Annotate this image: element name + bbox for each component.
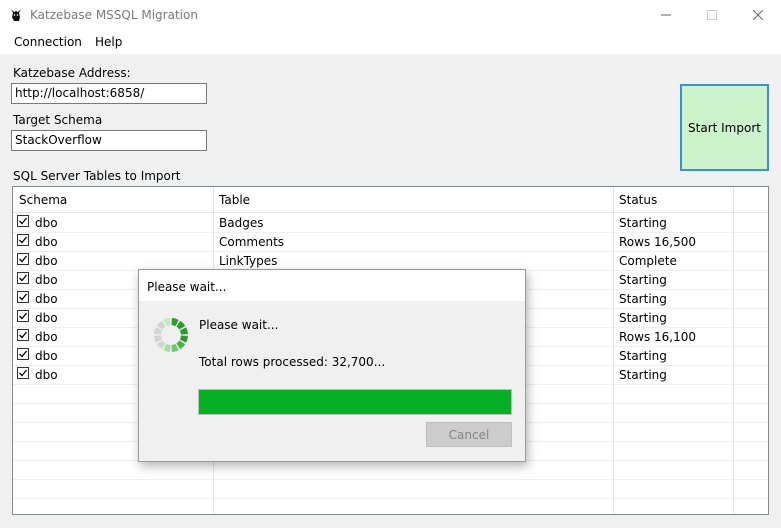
row-checkbox[interactable] bbox=[17, 348, 29, 360]
row-checkbox[interactable] bbox=[17, 215, 29, 227]
table-header: Schema Table Status bbox=[13, 187, 768, 213]
window-title: Katzebase MSSQL Migration bbox=[30, 8, 198, 22]
start-import-button[interactable]: Start Import bbox=[680, 84, 769, 171]
checkmark-icon bbox=[19, 255, 28, 263]
tables-label: SQL Server Tables to Import bbox=[13, 169, 181, 183]
header-status[interactable]: Status bbox=[619, 193, 657, 207]
menu-bar: Connection Help bbox=[0, 30, 781, 54]
row-checkbox[interactable] bbox=[17, 329, 29, 341]
table-row[interactable]: dbo Comments Rows 16,500 bbox=[13, 232, 768, 252]
cell-schema: dbo bbox=[35, 368, 58, 382]
row-checkbox[interactable] bbox=[17, 253, 29, 265]
checkmark-icon bbox=[19, 369, 28, 377]
cell-status: Complete bbox=[619, 254, 677, 268]
schema-label: Target Schema bbox=[13, 113, 103, 127]
spinner-segment bbox=[156, 320, 166, 330]
dialog-title-bar: Please wait... bbox=[139, 270, 525, 301]
close-icon bbox=[753, 10, 763, 20]
minimize-button[interactable] bbox=[643, 0, 689, 30]
row-checkbox[interactable] bbox=[17, 291, 29, 303]
spinner-segment bbox=[176, 320, 186, 330]
menu-help[interactable]: Help bbox=[95, 35, 122, 49]
checkmark-icon bbox=[19, 293, 28, 301]
cell-status: Starting bbox=[619, 273, 667, 287]
checkmark-icon bbox=[19, 217, 28, 225]
spinner-segment bbox=[156, 340, 166, 350]
row-checkbox[interactable] bbox=[17, 234, 29, 246]
schema-input[interactable]: StackOverflow bbox=[11, 130, 207, 151]
row-checkbox[interactable] bbox=[17, 272, 29, 284]
row-checkbox[interactable] bbox=[17, 310, 29, 322]
cell-schema: dbo bbox=[35, 311, 58, 325]
cell-status: Starting bbox=[619, 349, 667, 363]
cell-schema: dbo bbox=[35, 273, 58, 287]
title-bar: Katzebase MSSQL Migration bbox=[0, 0, 781, 30]
maximize-icon bbox=[707, 10, 717, 20]
cell-table: LinkTypes bbox=[219, 254, 278, 268]
cell-status: Starting bbox=[619, 216, 667, 230]
cell-schema: dbo bbox=[35, 216, 58, 230]
cell-status: Starting bbox=[619, 311, 667, 325]
table-row[interactable]: dbo Badges Starting bbox=[13, 213, 768, 233]
spinner-icon bbox=[154, 318, 188, 352]
table-row[interactable] bbox=[13, 460, 768, 480]
cell-status: Rows 16,100 bbox=[619, 330, 697, 344]
table-row[interactable]: dbo LinkTypes Complete bbox=[13, 251, 768, 271]
checkmark-icon bbox=[19, 312, 28, 320]
cell-status: Starting bbox=[619, 292, 667, 306]
rows-processed-text: Total rows processed: 32,700... bbox=[199, 355, 386, 369]
table-row[interactable] bbox=[13, 498, 768, 514]
checkmark-icon bbox=[19, 236, 28, 244]
cancel-button[interactable]: Cancel bbox=[426, 422, 512, 447]
checkmark-icon bbox=[19, 331, 28, 339]
cell-schema: dbo bbox=[35, 349, 58, 363]
cell-status: Starting bbox=[619, 368, 667, 382]
please-wait-dialog: Please wait... Please wait... Total rows… bbox=[138, 269, 526, 462]
cell-schema: dbo bbox=[35, 235, 58, 249]
menu-connection[interactable]: Connection bbox=[14, 35, 82, 49]
cell-schema: dbo bbox=[35, 292, 58, 306]
cell-table: Badges bbox=[219, 216, 264, 230]
cell-schema: dbo bbox=[35, 330, 58, 344]
maximize-button[interactable] bbox=[689, 0, 735, 30]
cell-status: Rows 16,500 bbox=[619, 235, 697, 249]
table-row[interactable] bbox=[13, 479, 768, 499]
address-label: Katzebase Address: bbox=[13, 66, 131, 80]
checkmark-icon bbox=[19, 350, 28, 358]
cell-schema: dbo bbox=[35, 254, 58, 268]
cell-table: Comments bbox=[219, 235, 285, 249]
header-schema[interactable]: Schema bbox=[19, 193, 67, 207]
address-input[interactable]: http://localhost:6858/ bbox=[11, 83, 207, 104]
dialog-title: Please wait... bbox=[147, 280, 227, 294]
progress-bar bbox=[198, 389, 512, 415]
app-icon bbox=[11, 9, 21, 21]
close-button[interactable] bbox=[735, 0, 781, 30]
checkmark-icon bbox=[19, 274, 28, 282]
progress-fill bbox=[199, 390, 511, 414]
dialog-message: Please wait... bbox=[199, 318, 279, 332]
row-checkbox[interactable] bbox=[17, 367, 29, 379]
minimize-icon bbox=[661, 14, 671, 16]
spinner-segment bbox=[176, 340, 186, 350]
header-table[interactable]: Table bbox=[219, 193, 250, 207]
